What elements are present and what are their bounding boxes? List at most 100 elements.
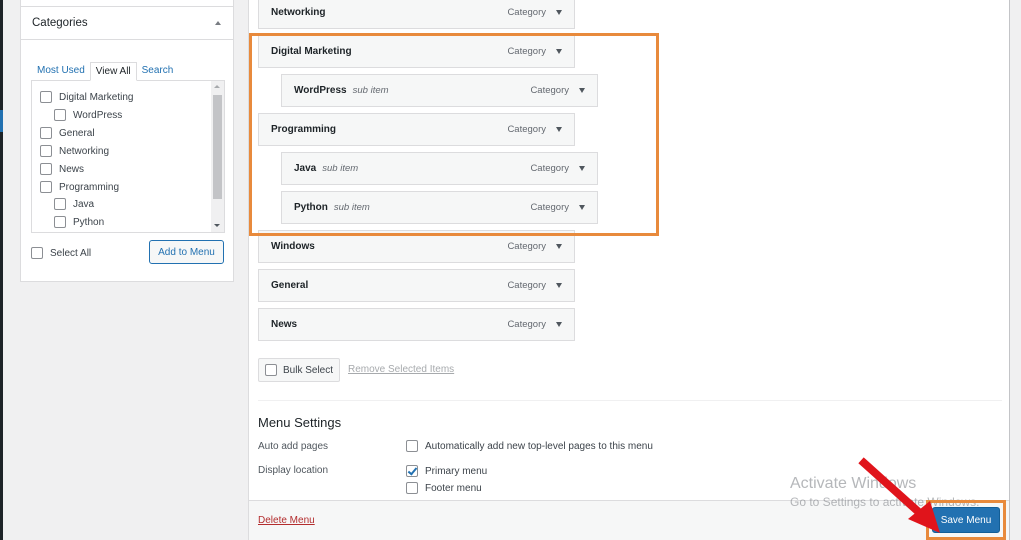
tab-search[interactable]: Search — [137, 62, 179, 81]
category-item[interactable]: Java — [54, 198, 94, 210]
category-label: Python — [73, 216, 105, 228]
category-label: Java — [73, 198, 95, 210]
admin-sidebar-edge — [0, 0, 3, 540]
auto-add-pages-option[interactable]: Automatically add new top-level pages to… — [406, 440, 653, 452]
menu-item[interactable]: Programming Category — [258, 113, 575, 146]
collapse-arrow-icon[interactable] — [215, 21, 221, 25]
menu-item[interactable]: Digital Marketing Category — [258, 35, 575, 68]
sub-item-label: sub item — [352, 85, 389, 96]
select-all-checkbox[interactable] — [31, 247, 43, 259]
menu-item-type: Category — [507, 7, 546, 18]
primary-menu-option[interactable]: Primary menu — [406, 465, 487, 477]
sub-item-label: sub item — [322, 163, 359, 174]
save-menu-button[interactable]: Save Menu — [932, 507, 1000, 533]
tab-view-all[interactable]: View All — [89, 62, 137, 81]
menu-item[interactable]: General Category — [258, 269, 575, 302]
category-item[interactable]: General — [40, 127, 95, 139]
category-label: Programming — [59, 181, 120, 193]
categories-header[interactable]: Categories — [21, 7, 233, 40]
menu-item-toggle-icon[interactable] — [556, 10, 562, 15]
sub-item-label: sub item — [333, 202, 370, 213]
menu-settings-title: Menu Settings — [258, 415, 342, 430]
menu-item-type: Category — [507, 46, 546, 57]
scroll-thumb[interactable] — [213, 95, 222, 199]
menu-item-toggle-icon[interactable] — [556, 127, 562, 132]
category-item[interactable]: Programming — [40, 181, 119, 193]
category-label: WordPress — [73, 109, 123, 121]
footer-menu-option[interactable]: Footer menu — [406, 482, 482, 494]
remove-selected-items-link[interactable]: Remove Selected Items — [348, 364, 454, 375]
category-checkbox[interactable] — [40, 127, 52, 139]
bulk-select-checkbox[interactable] — [265, 364, 277, 376]
menu-item-type: Category — [507, 319, 546, 330]
category-checkbox[interactable] — [40, 163, 52, 175]
previous-panel-edge — [21, 0, 233, 7]
menu-item-type: Category — [507, 241, 546, 252]
delete-menu-link[interactable]: Delete Menu — [258, 515, 315, 526]
page-right-edge — [1010, 0, 1021, 540]
bulk-select-button[interactable]: Bulk Select — [258, 358, 340, 382]
bulk-select-label: Bulk Select — [283, 364, 334, 376]
category-label: Digital Marketing — [59, 91, 134, 103]
menu-item-toggle-icon[interactable] — [579, 205, 585, 210]
category-checkbox[interactable] — [40, 91, 52, 103]
tab-most-used[interactable]: Most Used — [32, 62, 90, 81]
menu-item-title: WordPress — [294, 85, 347, 96]
menu-item-toggle-icon[interactable] — [579, 166, 585, 171]
menu-item-toggle-icon[interactable] — [579, 88, 585, 93]
select-all-label: Select All — [50, 247, 92, 259]
category-item[interactable]: Python — [54, 216, 104, 228]
menu-sub-item[interactable]: Python sub item Category — [281, 191, 598, 224]
menu-item-toggle-icon[interactable] — [556, 244, 562, 249]
select-all[interactable]: Select All — [31, 247, 91, 259]
menu-item-title: Java — [294, 163, 317, 174]
menu-item-type: Category — [530, 85, 569, 96]
auto-add-pages-label: Auto add pages — [258, 441, 329, 452]
footer-menu-checkbox[interactable] — [406, 482, 418, 494]
category-checkbox[interactable] — [40, 145, 52, 157]
menu-item-type: Category — [530, 163, 569, 174]
menu-item-type: Category — [507, 280, 546, 291]
category-checkbox[interactable] — [54, 216, 66, 228]
scroll-up-arrow-icon[interactable] — [214, 85, 220, 88]
display-location-label: Display location — [258, 465, 329, 476]
menu-item[interactable]: Networking Category — [258, 0, 575, 29]
menu-item-title: General — [271, 280, 309, 291]
category-item[interactable]: Digital Marketing — [40, 91, 133, 103]
categories-title: Categories — [32, 17, 88, 29]
menu-item-toggle-icon[interactable] — [556, 283, 562, 288]
primary-menu-checkbox[interactable] — [406, 465, 418, 477]
categories-panel: Categories Most Used View All Search Dig… — [20, 0, 234, 282]
admin-sidebar-active-marker — [0, 110, 3, 132]
menu-item[interactable]: Windows Category — [258, 230, 575, 263]
divider — [258, 400, 1002, 401]
scroll-down-arrow-icon[interactable] — [214, 224, 220, 227]
category-item[interactable]: Networking — [40, 145, 109, 157]
menu-item-title: Python — [294, 202, 328, 213]
category-label: Networking — [59, 145, 110, 157]
menu-item[interactable]: News Category — [258, 308, 575, 341]
menu-sub-item[interactable]: WordPress sub item Category — [281, 74, 598, 107]
menu-item-title: Programming — [271, 124, 337, 135]
menu-item-title: Windows — [271, 241, 315, 252]
menu-item-type: Category — [530, 202, 569, 213]
menu-footer: Delete Menu — [249, 500, 1009, 540]
menu-item-title: Digital Marketing — [271, 46, 352, 57]
category-item[interactable]: WordPress — [54, 109, 122, 121]
footer-menu-label: Footer menu — [425, 482, 482, 494]
category-item[interactable]: News — [40, 163, 84, 175]
menu-item-type: Category — [507, 124, 546, 135]
menu-item-toggle-icon[interactable] — [556, 322, 562, 327]
category-label: General — [59, 127, 95, 139]
checklist-scrollbar[interactable] — [211, 81, 224, 232]
category-checkbox[interactable] — [40, 181, 52, 193]
category-checklist: Digital Marketing WordPress General Netw… — [31, 80, 225, 233]
menu-sub-item[interactable]: Java sub item Category — [281, 152, 598, 185]
category-checkbox[interactable] — [54, 198, 66, 210]
auto-add-pages-option-label: Automatically add new top-level pages to… — [425, 440, 653, 452]
auto-add-pages-checkbox[interactable] — [406, 440, 418, 452]
add-to-menu-button[interactable]: Add to Menu — [149, 240, 224, 264]
primary-menu-label: Primary menu — [425, 465, 488, 477]
category-checkbox[interactable] — [54, 109, 66, 121]
menu-item-toggle-icon[interactable] — [556, 49, 562, 54]
